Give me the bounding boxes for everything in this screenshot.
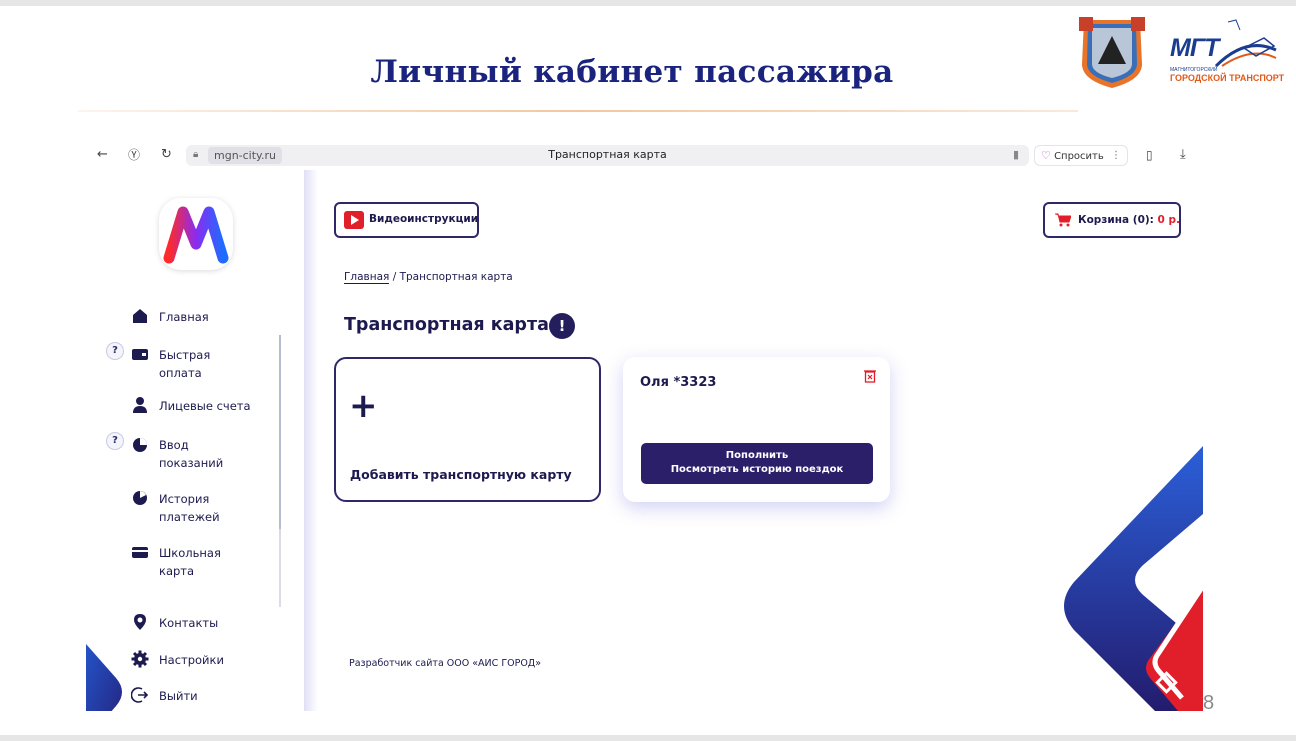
info-icon[interactable]: !	[549, 313, 575, 339]
cart-icon	[1055, 213, 1071, 227]
nav-scroll-thumb[interactable]	[279, 335, 281, 529]
title-divider	[78, 110, 1078, 112]
cart-button[interactable]: Корзина (0): 0 р.	[1043, 202, 1181, 238]
card-icon	[132, 547, 148, 558]
pie-chart-icon	[133, 438, 147, 452]
developer-credit: Разработчик сайта ООО «АИС ГОРОД»	[349, 658, 542, 669]
nav-label: Контакты	[159, 616, 219, 630]
trip-history-label: Посмотреть историю поездок	[670, 464, 844, 475]
mgt-sub2: ГОРОДСКОЙ ТРАНСПОРТ	[1170, 73, 1285, 83]
location-pin-icon	[134, 614, 146, 630]
decor-shape-left	[86, 644, 122, 711]
card-action-button[interactable]: Пополнить Посмотреть историю поездок	[641, 443, 873, 484]
add-card-label: Добавить транспортную карту	[350, 467, 572, 482]
back-arrow-icon[interactable]: ←	[97, 147, 108, 163]
cart-text: Корзина (0):	[1078, 214, 1158, 226]
nav-label: История платежей	[159, 492, 220, 524]
help-icon[interactable]: ?	[106, 342, 124, 360]
plus-icon: +	[349, 386, 378, 426]
nav-label: Лицевые счета	[159, 399, 251, 413]
main-content: Видеоинструкции Корзина (0): 0 р. Главна…	[318, 170, 1203, 711]
cart-label: Корзина (0): 0 р.	[1078, 214, 1180, 226]
play-icon	[344, 211, 364, 229]
home-icon	[133, 309, 147, 323]
user-icon	[133, 397, 147, 413]
slide-number: 8	[1203, 692, 1215, 714]
gear-icon	[131, 650, 149, 668]
nav-label: Ввод показаний	[159, 438, 224, 470]
wallet-icon	[132, 349, 148, 360]
url-page-title: Транспортная карта	[548, 148, 667, 161]
yandex-icon[interactable]: Ⓨ	[128, 147, 140, 163]
nav-label: Главная	[159, 310, 209, 324]
breadcrumb-current: Транспортная карта	[399, 271, 513, 283]
nav-label: Быстрая оплата	[159, 348, 211, 380]
breadcrumb-separator: /	[389, 271, 400, 283]
logout-icon	[131, 687, 149, 703]
add-transport-card-button[interactable]: + Добавить транспортную карту	[334, 357, 601, 502]
more-icon[interactable]: ⋮	[1111, 146, 1121, 165]
breadcrumb-home[interactable]: Главная	[344, 271, 390, 284]
bookmark-icon[interactable]: ▮	[1013, 148, 1019, 161]
download-icon[interactable]: ⤓	[1180, 147, 1186, 163]
card-name: Оля *3323	[640, 375, 717, 390]
slide-title: Личный кабинет пассажира	[370, 54, 894, 90]
video-label: Видеоинструкции	[369, 213, 479, 225]
app-logo-icon[interactable]	[159, 198, 233, 270]
browser-toolbar: ← Ⓨ ↻ 🔒︎ mgn-city.ru Транспортная карта …	[86, 140, 1203, 170]
city-emblem-icon	[1079, 17, 1145, 88]
mgt-abbr: МГТ	[1170, 34, 1219, 62]
sidebar: Главная ? Быстрая оплата Лицевые счета ?…	[86, 170, 306, 711]
extensions-icon[interactable]: ▯	[1146, 147, 1153, 163]
slide: Личный кабинет пассажира МГТ МАГНИТОГОРС…	[0, 6, 1296, 735]
breadcrumb: Главная / Транспортная карта	[344, 271, 513, 284]
video-instructions-button[interactable]: Видеоинструкции	[334, 202, 479, 238]
mgt-logo: МГТ МАГНИТОГОРСКИЙ ГОРОДСКОЙ ТРАНСПОРТ	[1166, 16, 1284, 88]
topup-label: Пополнить	[725, 450, 789, 461]
decor-shape-right	[1064, 446, 1203, 711]
cart-price: 0 р.	[1157, 214, 1180, 226]
nav-label: Настройки	[159, 653, 224, 667]
nav-label: Выйти	[159, 689, 198, 703]
nav-label: Школьная карта	[159, 546, 221, 578]
transport-card: Оля *3323 Пополнить Посмотреть историю п…	[623, 357, 890, 502]
delete-icon[interactable]	[864, 369, 876, 383]
reload-icon[interactable]: ↻	[161, 147, 172, 163]
alice-icon: ♡	[1041, 149, 1051, 162]
help-icon[interactable]: ?	[106, 432, 124, 450]
history-chart-icon	[133, 491, 147, 505]
page-title: Транспортная карта	[344, 315, 549, 335]
ask-button[interactable]: ♡ Спросить ⋮	[1034, 145, 1128, 166]
address-bar[interactable]: 🔒︎ mgn-city.ru Транспортная карта ▮	[186, 145, 1029, 166]
sidebar-shadow	[304, 170, 318, 711]
browser-screenshot: ← Ⓨ ↻ 🔒︎ mgn-city.ru Транспортная карта …	[86, 140, 1203, 711]
ask-label: Спросить	[1054, 151, 1104, 162]
